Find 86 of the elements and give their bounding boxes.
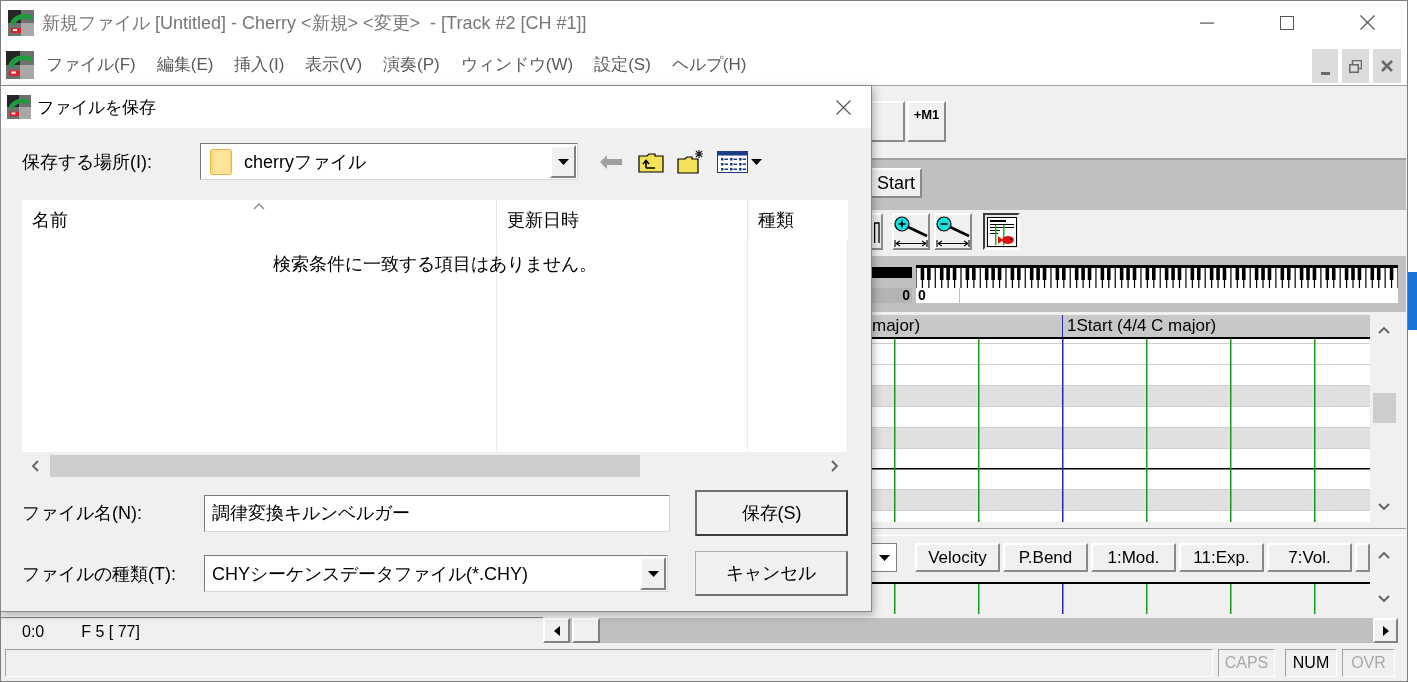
column-header[interactable]: 更新日時	[507, 208, 579, 232]
marker-label: 1Start (4/4 C major)	[1066, 315, 1217, 337]
scroll-thumb[interactable]	[572, 618, 600, 643]
minimize-icon	[1200, 21, 1214, 24]
window-title: 新規ファイル [Untitled] - Cherry <新規> <変更> - [Track #2 [CH #1]]	[42, 11, 588, 35]
minimize-icon	[1320, 71, 1330, 75]
close-icon	[1381, 60, 1393, 72]
menu-item[interactable]: 表示(V)	[295, 49, 374, 80]
caret-icon	[557, 158, 569, 165]
close-icon	[835, 99, 851, 115]
scroll-thumb[interactable]	[1373, 393, 1396, 423]
menu-item[interactable]: 編集(E)	[146, 49, 225, 80]
meter-bar	[872, 267, 912, 278]
controller-tab[interactable]: 7:Vol.	[1267, 543, 1352, 572]
piano-keyboard[interactable]	[916, 265, 1398, 288]
note-readout-field: 0	[916, 288, 1398, 303]
cancel-button[interactable]: キャンセル	[695, 551, 848, 596]
note-readout: F 5 [ 77]	[81, 623, 140, 641]
close-icon	[1359, 15, 1375, 30]
filetype-dropdown[interactable]: CHYシーケンスデータファイル(*.CHY)	[204, 555, 668, 592]
restore-icon	[1349, 59, 1362, 73]
save-button[interactable]: 保存(S)	[695, 490, 848, 536]
controller-tab[interactable]: 11:Exp.	[1179, 543, 1264, 572]
controller-tab[interactable]: P.Bend	[1003, 543, 1088, 572]
status-indicator: CAPS	[1218, 649, 1275, 677]
location-label: 保存する場所(I):	[22, 150, 153, 174]
menu-item[interactable]: ウィンドウ(W)	[450, 49, 585, 80]
back-arrow-icon[interactable]	[600, 154, 622, 169]
close-button[interactable]	[1373, 49, 1401, 83]
toolbar-button[interactable]: +M1	[907, 101, 946, 142]
column-header[interactable]: 名前	[32, 208, 68, 232]
chevron-down-icon	[1378, 503, 1390, 511]
controller-tab[interactable]: 1:Mod.	[1091, 543, 1176, 572]
caret-icon	[878, 554, 890, 561]
app-icon	[8, 9, 34, 36]
scroll-right-button[interactable]	[1373, 618, 1398, 643]
readout-value: 0	[872, 288, 912, 303]
controller-tab[interactable]	[1355, 543, 1370, 572]
menu-item[interactable]: 挿入(I)	[224, 49, 296, 80]
chevron-right-icon	[831, 460, 839, 472]
folder-up-icon[interactable]	[638, 150, 664, 173]
chevron-down-icon	[1378, 595, 1390, 603]
filetype-label: ファイルの種類(T):	[22, 562, 177, 586]
time-readout: 0:0	[22, 623, 45, 641]
menu-item[interactable]: 演奏(P)	[373, 49, 451, 80]
chevron-up-icon	[1378, 326, 1390, 334]
maximize-icon	[1280, 15, 1294, 30]
arrow-right-icon	[1382, 625, 1389, 636]
step-icon	[873, 220, 880, 243]
controller-tab[interactable]: Velocity	[915, 543, 1000, 572]
chevron-up-icon	[1378, 551, 1390, 559]
caret-icon	[647, 570, 659, 577]
status-indicator: NUM	[1285, 649, 1337, 677]
fish-score-icon	[986, 216, 1017, 247]
zoom-in-button[interactable]	[892, 213, 930, 250]
scroll-left-button[interactable]	[543, 618, 570, 643]
status-indicator: OVR	[1342, 649, 1395, 677]
menu-item[interactable]: 設定(S)	[584, 49, 662, 80]
app-icon[interactable]	[5, 50, 35, 79]
menu-item[interactable]: ヘルプ(H)	[661, 49, 758, 80]
menu-item[interactable]: ファイル(F)	[36, 49, 147, 80]
toolbar-button[interactable]	[872, 101, 905, 142]
dropdown-button[interactable]	[872, 543, 897, 572]
empty-message: 検索条件に一致する項目はありません。	[273, 253, 597, 276]
folder-icon	[210, 148, 232, 175]
chevron-left-icon	[31, 460, 39, 472]
horizontal-scrollbar[interactable]	[543, 618, 1398, 643]
score-view-button[interactable]	[983, 213, 1020, 250]
dialog-title: ファイルを保存	[37, 96, 156, 119]
zoom-in-icon	[894, 215, 928, 248]
filename-label: ファイル名(N):	[22, 502, 143, 525]
scroll-thumb[interactable]	[50, 455, 640, 477]
column-header[interactable]: 種類	[758, 208, 794, 232]
view-menu-icon[interactable]	[717, 150, 762, 173]
file-list[interactable]: 名前 更新日時 種類 検索条件に一致する項目はありません。	[22, 200, 848, 480]
filename-field[interactable]: 調律変換キルンベルガー	[204, 494, 670, 532]
restore-button[interactable]	[1342, 49, 1369, 83]
arrow-left-icon	[553, 625, 560, 636]
app-icon	[7, 95, 31, 119]
minimize-button[interactable]	[1312, 49, 1338, 83]
location-dropdown[interactable]: cherryファイル	[200, 143, 578, 180]
new-folder-icon[interactable]	[677, 149, 705, 174]
zoom-out-icon	[936, 215, 970, 248]
marker-button[interactable]: Start	[872, 168, 922, 198]
marker-label: major)	[872, 315, 921, 337]
zoom-out-button[interactable]	[934, 213, 972, 250]
